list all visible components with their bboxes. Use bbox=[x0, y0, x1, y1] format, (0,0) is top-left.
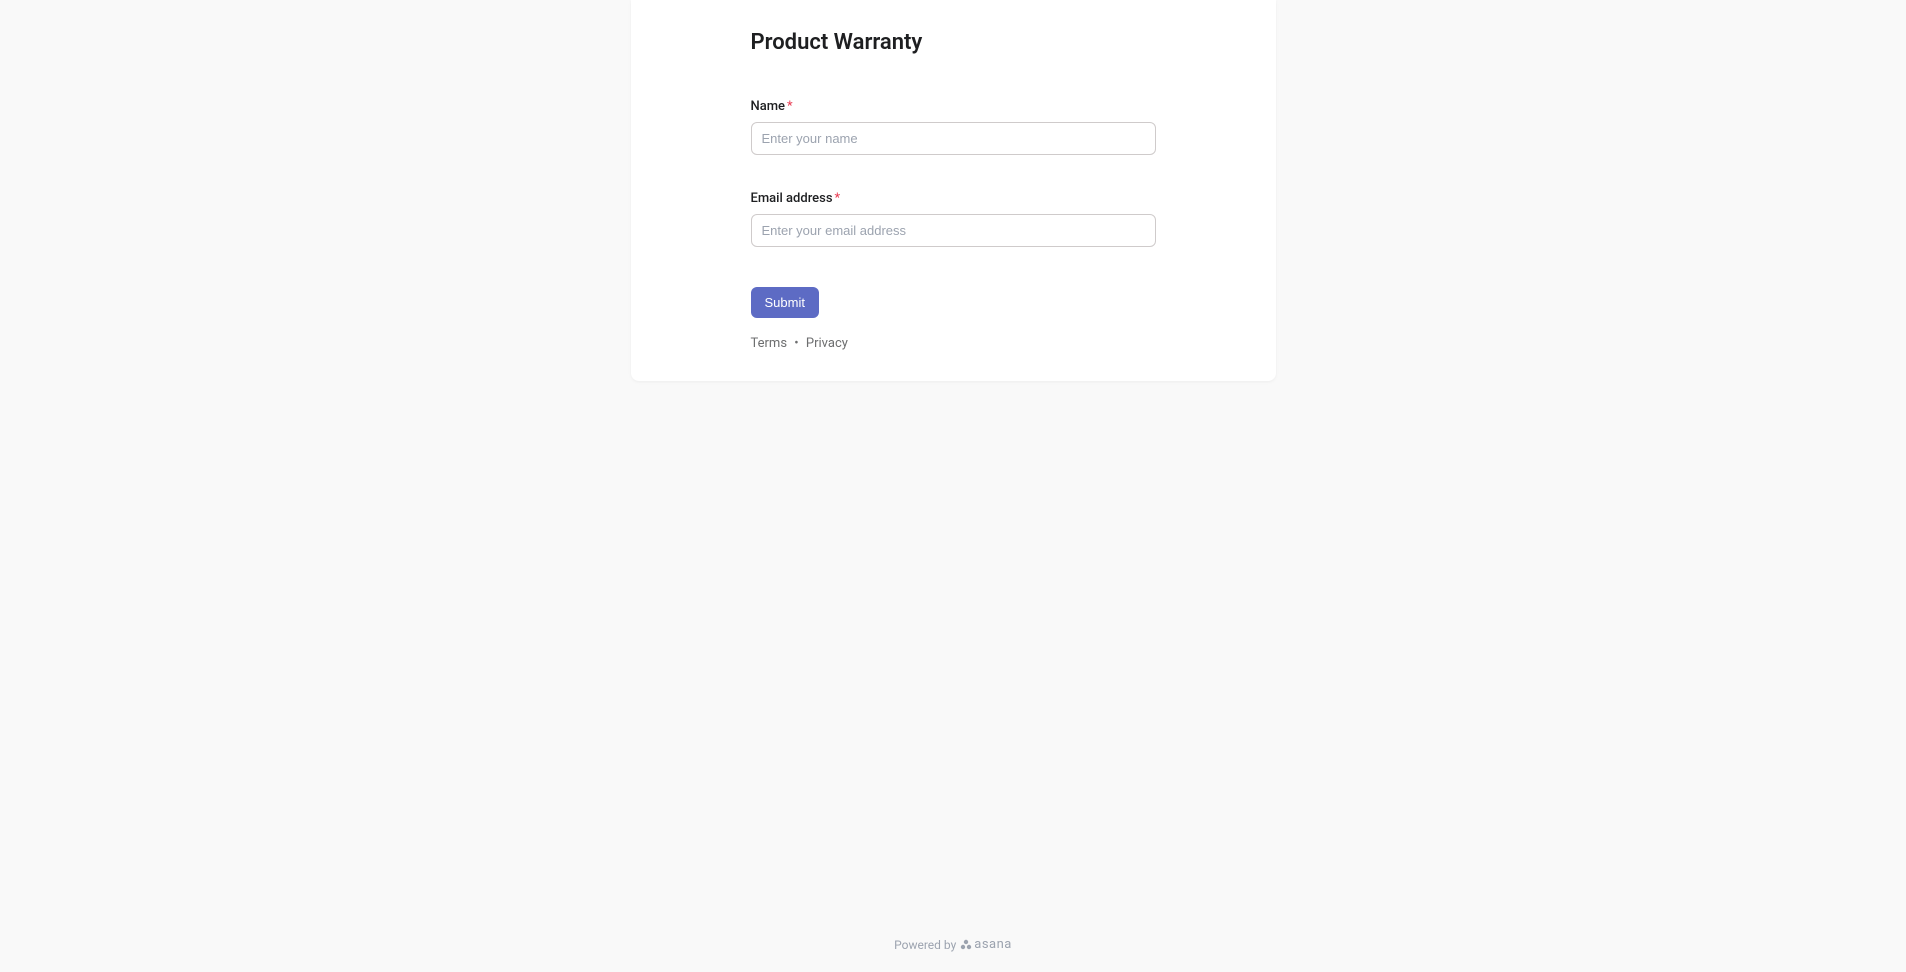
asana-dots-icon bbox=[960, 939, 972, 951]
name-label: Name bbox=[751, 99, 786, 114]
form-card: Product Warranty Name* Email address* Su… bbox=[631, 0, 1276, 381]
form-title: Product Warranty bbox=[751, 30, 1156, 55]
name-field-group: Name* bbox=[751, 95, 1156, 155]
terms-link[interactable]: Terms bbox=[751, 336, 788, 351]
asana-logo[interactable]: asana bbox=[960, 937, 1012, 952]
required-indicator: * bbox=[787, 99, 793, 114]
powered-by-text: Powered by bbox=[894, 938, 956, 952]
link-separator: • bbox=[794, 336, 798, 351]
powered-by-footer: Powered by asana bbox=[0, 917, 1906, 972]
footer-links: Terms • Privacy bbox=[751, 336, 1156, 351]
email-input[interactable] bbox=[751, 214, 1156, 247]
privacy-link[interactable]: Privacy bbox=[806, 336, 848, 351]
email-field-group: Email address* bbox=[751, 187, 1156, 247]
name-input[interactable] bbox=[751, 122, 1156, 155]
required-indicator: * bbox=[835, 191, 841, 206]
asana-brand-text: asana bbox=[974, 937, 1012, 952]
email-label: Email address bbox=[751, 191, 833, 206]
submit-button[interactable]: Submit bbox=[751, 287, 819, 318]
